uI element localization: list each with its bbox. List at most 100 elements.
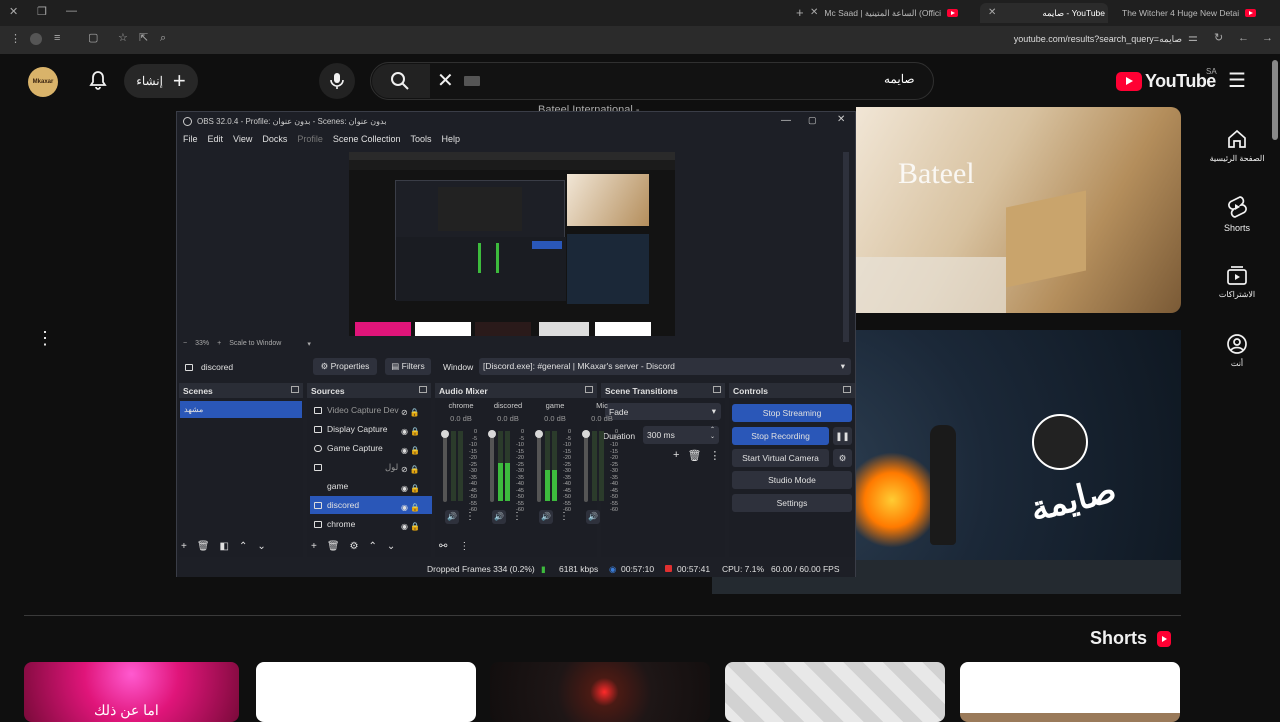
obs-preview[interactable]	[349, 152, 675, 336]
menu-edit[interactable]: Edit	[208, 134, 224, 144]
virtual-camera-settings-button[interactable]: ⚙	[833, 449, 852, 467]
scene-item[interactable]: مشهد	[180, 401, 302, 418]
url-text[interactable]: youtube.com/results?search_query=صايمه	[1014, 34, 1182, 45]
more-options-icon[interactable]: ⋮	[709, 449, 720, 462]
menu-tools[interactable]: Tools	[410, 134, 431, 144]
menu-scene-collection[interactable]: Scene Collection	[333, 134, 401, 144]
filters-button[interactable]: ▤ Filters	[385, 358, 431, 375]
stop-streaming-button[interactable]: Stop Streaming	[732, 404, 852, 422]
fader-knob[interactable]	[582, 430, 590, 438]
speaker-icon[interactable]: 🔊	[586, 510, 600, 524]
more-options-icon[interactable]: ⋮	[465, 511, 475, 522]
bookmark-star-icon[interactable]: ☆	[118, 33, 128, 44]
volume-fader[interactable]	[441, 430, 449, 502]
tab-youtube-search[interactable]: ✕ صايمه - YouTube	[980, 3, 1108, 23]
zoom-out-icon[interactable]: −	[183, 340, 187, 348]
avatar[interactable]: Mkaxar	[28, 67, 58, 97]
menu-view[interactable]: View	[233, 134, 252, 144]
filter-icon[interactable]: ◧	[220, 541, 229, 552]
notifications-bell-icon[interactable]	[86, 69, 110, 93]
float-dock-icon[interactable]	[291, 386, 299, 393]
trash-icon[interactable]: 🗑	[197, 541, 210, 552]
minimize-icon[interactable]: —	[781, 115, 791, 126]
menu-help[interactable]: Help	[441, 134, 460, 144]
fader-knob[interactable]	[441, 430, 449, 438]
speaker-icon[interactable]: 🔊	[492, 510, 506, 524]
sidebar-item-home[interactable]: الصفحة الرئيسية	[1202, 128, 1272, 163]
sidepanel-icon[interactable]: ▢	[88, 33, 98, 44]
stop-recording-button[interactable]: Stop Recording	[732, 427, 829, 445]
profile-avatar-icon[interactable]	[30, 33, 42, 45]
clear-search-icon[interactable]: ✕	[437, 68, 454, 93]
duration-input[interactable]: 300 ms ⌃ ⌄	[643, 426, 719, 444]
create-button[interactable]: إنشاء +	[124, 64, 198, 98]
properties-button[interactable]: ⚙ Properties	[313, 358, 377, 375]
forward-icon[interactable]: →	[1262, 33, 1273, 44]
hamburger-menu-icon[interactable]: ☰	[1228, 68, 1246, 93]
eye-icon[interactable]: ◉ 🔒	[401, 441, 420, 460]
close-icon[interactable]: ✕	[837, 114, 845, 125]
short-card[interactable]: اما عن ذلك	[24, 662, 239, 722]
move-up-icon[interactable]: ⌃	[369, 541, 377, 552]
eye-off-icon[interactable]: ⊘ 🔒	[401, 460, 420, 479]
chevron-down-icon[interactable]: ▾	[307, 340, 311, 348]
menu-docks[interactable]: Docks	[262, 134, 287, 144]
close-tab-icon[interactable]: ✕	[810, 8, 818, 18]
volume-fader[interactable]	[582, 430, 590, 502]
move-down-icon[interactable]: ⌄	[257, 541, 265, 552]
zoom-in-icon[interactable]: +	[217, 340, 221, 348]
volume-fader[interactable]	[535, 430, 543, 502]
menu-file[interactable]: File	[183, 134, 198, 144]
menu-profile[interactable]: Profile	[297, 134, 323, 144]
sidebar-item-you[interactable]: أنت	[1202, 333, 1272, 368]
gear-icon[interactable]: ⚙	[350, 541, 359, 552]
page-scrollbar[interactable]	[1272, 60, 1278, 140]
add-icon[interactable]: +	[181, 541, 187, 552]
more-menu-icon[interactable]: ⋮	[10, 34, 21, 45]
tab-mc-saad[interactable]: ✕ Mc Saad | الساعة المتينية (Offici	[810, 3, 970, 23]
window-select[interactable]: [Discord.exe]: #general | MKaxar's serve…	[479, 358, 851, 375]
settings-button[interactable]: Settings	[732, 494, 852, 512]
lens-icon[interactable]: ⌕	[160, 33, 166, 44]
move-down-icon[interactable]: ⌄	[387, 541, 395, 552]
preview-scrollbar[interactable]	[843, 152, 849, 342]
more-options-icon[interactable]: ⋮	[459, 541, 469, 552]
eye-off-icon[interactable]: ⊘ 🔒	[401, 403, 420, 422]
scale-mode[interactable]: Scale to Window	[229, 340, 281, 348]
add-icon[interactable]: +	[673, 449, 679, 462]
short-card[interactable]	[490, 662, 710, 722]
more-options-icon[interactable]: ⋮	[512, 511, 522, 522]
more-options-icon[interactable]: ⋮	[36, 328, 54, 349]
eye-icon[interactable]: ◉ 🔒	[401, 479, 420, 498]
reload-icon[interactable]: ↻	[1214, 33, 1223, 44]
video-thumbnail-bateel[interactable]: Bateel	[856, 107, 1181, 313]
trash-icon[interactable]: 🗑	[327, 541, 340, 552]
studio-mode-button[interactable]: Studio Mode	[732, 471, 852, 489]
close-tab-icon[interactable]: ✕	[988, 8, 996, 18]
speaker-icon[interactable]: 🔊	[445, 510, 459, 524]
more-options-icon[interactable]: ⋮	[559, 511, 569, 522]
trash-icon[interactable]: 🗑	[687, 449, 701, 462]
short-card[interactable]	[725, 662, 945, 722]
tab-witcher[interactable]: The Witcher 4 Huge New Detai	[1122, 3, 1256, 23]
add-icon[interactable]: +	[311, 541, 317, 552]
pause-recording-button[interactable]: ❚❚	[833, 427, 852, 445]
maximize-icon[interactable]: ❐	[37, 7, 47, 18]
minimize-icon[interactable]: —	[66, 6, 77, 17]
extensions-icon[interactable]: ≡	[54, 33, 60, 44]
site-settings-icon[interactable]: ⚌	[1188, 33, 1198, 44]
eye-icon[interactable]: ◉ 🔒	[401, 498, 420, 517]
sidebar-item-subscriptions[interactable]: الاشتراكات	[1202, 264, 1272, 299]
start-virtual-camera-button[interactable]: Start Virtual Camera	[732, 449, 829, 467]
eye-icon[interactable]: ◉ 🔒	[401, 517, 420, 536]
close-window-icon[interactable]: ✕	[9, 7, 18, 18]
move-up-icon[interactable]: ⌃	[239, 541, 247, 552]
eye-icon[interactable]: ◉ 🔒	[401, 422, 420, 441]
short-card[interactable]	[960, 662, 1180, 722]
float-dock-icon[interactable]	[713, 386, 721, 393]
keyboard-icon[interactable]	[464, 76, 480, 86]
fader-knob[interactable]	[535, 430, 543, 438]
back-icon[interactable]: ←	[1238, 33, 1249, 44]
voice-search-button[interactable]	[319, 63, 355, 99]
short-card[interactable]	[256, 662, 476, 722]
